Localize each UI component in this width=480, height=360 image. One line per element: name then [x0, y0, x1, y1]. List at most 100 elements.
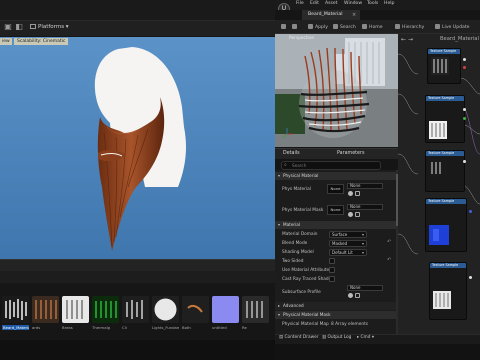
asset-thumb-lights[interactable]	[152, 296, 179, 323]
browse-asset-icon[interactable]	[355, 293, 360, 298]
asset-label: Thermalg	[92, 325, 111, 330]
shading-model-dropdown[interactable]: Default Lit ▾	[329, 249, 367, 256]
physical-material-map-count: 8 Array elements	[331, 322, 368, 327]
apply-button[interactable]: Apply	[308, 24, 328, 30]
tab-parameters[interactable]: Parameters	[337, 151, 364, 156]
content-browser-path-bar	[0, 271, 275, 283]
use-material-attributes-checkbox[interactable]	[329, 267, 335, 273]
apply-label: Apply	[315, 25, 328, 30]
blend-mode-dropdown[interactable]: Masked ▾	[329, 240, 367, 247]
save-icon[interactable]: ▣	[3, 22, 13, 32]
texture-sample-node[interactable]: Texture Sample	[425, 198, 467, 252]
output-pin[interactable]	[463, 160, 466, 163]
cmd-button[interactable]: ▸ Cmd ▾	[357, 335, 374, 340]
shading-model-value: Default Lit	[332, 250, 353, 255]
cast-ray-traced-shadows-checkbox[interactable]	[329, 276, 335, 282]
live-update-label: Live Update	[442, 25, 470, 30]
output-pin[interactable]	[469, 276, 472, 279]
phys-material-mask-dropdown[interactable]: None	[347, 204, 383, 210]
live-update-button[interactable]: Live Update	[435, 24, 469, 30]
texture-sample-node[interactable]: Texture Sample	[425, 95, 465, 143]
level-viewport[interactable]: iew Scalability: Cinematic	[0, 37, 275, 259]
asset-thumb-cli[interactable]	[122, 296, 149, 323]
phys-material-dropdown[interactable]: None	[347, 183, 383, 189]
section-physical-material[interactable]: Physical Material	[275, 172, 396, 180]
menu-file[interactable]: File	[296, 1, 304, 6]
section-advanced[interactable]: Advanced	[275, 302, 396, 310]
use-selected-icon[interactable]	[348, 293, 353, 298]
platforms-menu[interactable]: Platforms ▾	[26, 21, 73, 33]
two-sided-checkbox[interactable]	[329, 258, 335, 264]
scalability-chip[interactable]: Scalability: Cinematic	[14, 38, 69, 45]
section-material[interactable]: Material	[275, 221, 396, 229]
use-selected-icon[interactable]	[348, 212, 353, 217]
preview-scene	[275, 34, 398, 147]
asset-thumb-beard-material[interactable]	[2, 296, 29, 323]
output-pin[interactable]	[463, 66, 466, 69]
bottom-area	[275, 344, 480, 360]
asset-thumb-both[interactable]	[182, 296, 209, 323]
asset-thumb-re[interactable]	[242, 296, 269, 323]
folder-icon	[292, 24, 297, 29]
section-physical-material-mask[interactable]: Physical Material Mask	[275, 311, 396, 319]
content-drawer-button[interactable]: ▤ Content Drawer	[279, 335, 319, 340]
save-button[interactable]	[281, 24, 288, 30]
phys-material-thumb[interactable]: None	[327, 184, 344, 194]
output-pin[interactable]	[463, 117, 466, 120]
output-pin[interactable]	[469, 210, 472, 213]
browse-asset-icon[interactable]	[355, 191, 360, 196]
subsurface-profile-dropdown[interactable]: None	[347, 285, 383, 291]
cmd-label: Cmd	[360, 335, 371, 340]
viewport-view-chip[interactable]: iew	[0, 38, 12, 45]
output-log-label: Output Log	[327, 335, 352, 340]
close-tab-icon[interactable]: ×	[352, 10, 356, 20]
texture-sample-node[interactable]: Texture Sample	[429, 262, 467, 320]
tab-details[interactable]: Details	[283, 151, 300, 156]
asset-label: Beard_Material	[2, 325, 29, 330]
asset-thumb-beards[interactable]	[32, 296, 59, 323]
content-drawer-label: Content Drawer	[284, 335, 319, 340]
phys-material-mask-thumb[interactable]: None	[327, 205, 344, 215]
use-selected-icon[interactable]	[348, 191, 353, 196]
asset-label: Re	[242, 325, 247, 330]
output-pin[interactable]	[463, 58, 466, 61]
browse-asset-icon[interactable]	[355, 212, 360, 217]
platforms-label: Platforms	[38, 24, 65, 30]
reset-to-default-icon[interactable]: ↶	[387, 239, 391, 245]
reset-to-default-icon[interactable]: ↶	[387, 257, 391, 263]
output-log-button[interactable]: ▥ Output Log	[322, 335, 351, 340]
blend-mode-value: Masked	[332, 241, 348, 246]
home-button[interactable]: Home	[362, 24, 383, 30]
node-texture-preview	[429, 159, 447, 177]
prop-label-phys-material-mask: Phys Material Mask	[282, 208, 324, 213]
menu-tools[interactable]: Tools	[367, 1, 378, 6]
menu-asset[interactable]: Asset	[325, 1, 338, 6]
prop-label-physical-material-map: Physical Material Map	[282, 322, 329, 327]
browse-button[interactable]	[292, 24, 299, 30]
home-label: Home	[369, 25, 383, 30]
chevron-down-icon: ▾	[361, 241, 364, 246]
output-pin[interactable]	[463, 108, 466, 111]
search-icon: ⌕	[284, 162, 287, 168]
hierarchy-button[interactable]: Hierarchy	[395, 24, 424, 30]
prop-label-phys-material: Phys Material	[282, 187, 311, 192]
texture-sample-node[interactable]: Texture Sample	[427, 48, 461, 84]
bottom-strip	[0, 340, 275, 360]
menu-window[interactable]: Window	[344, 1, 362, 6]
asset-thumb-untitled[interactable]	[212, 296, 239, 323]
asset-thumb-thermal[interactable]	[92, 296, 119, 323]
node-texture-preview	[433, 291, 451, 309]
details-search-input[interactable]: Search	[281, 161, 381, 170]
chevron-down-icon: ▾	[278, 312, 281, 317]
chevron-right-icon: ▸	[278, 303, 281, 308]
texture-sample-node[interactable]: Texture Sample	[425, 150, 465, 192]
home-icon	[362, 24, 367, 29]
material-domain-dropdown[interactable]: Surface ▾	[329, 231, 367, 238]
menu-help[interactable]: Help	[384, 1, 394, 6]
live-update-icon	[435, 24, 440, 29]
asset-thumb-breas[interactable]	[62, 296, 89, 323]
search-button[interactable]: Search	[333, 24, 356, 30]
preview-perspective-label[interactable]: Perspective	[289, 36, 314, 41]
menu-edit[interactable]: Edit	[310, 1, 319, 6]
mode-icon[interactable]: ◧	[14, 22, 24, 32]
